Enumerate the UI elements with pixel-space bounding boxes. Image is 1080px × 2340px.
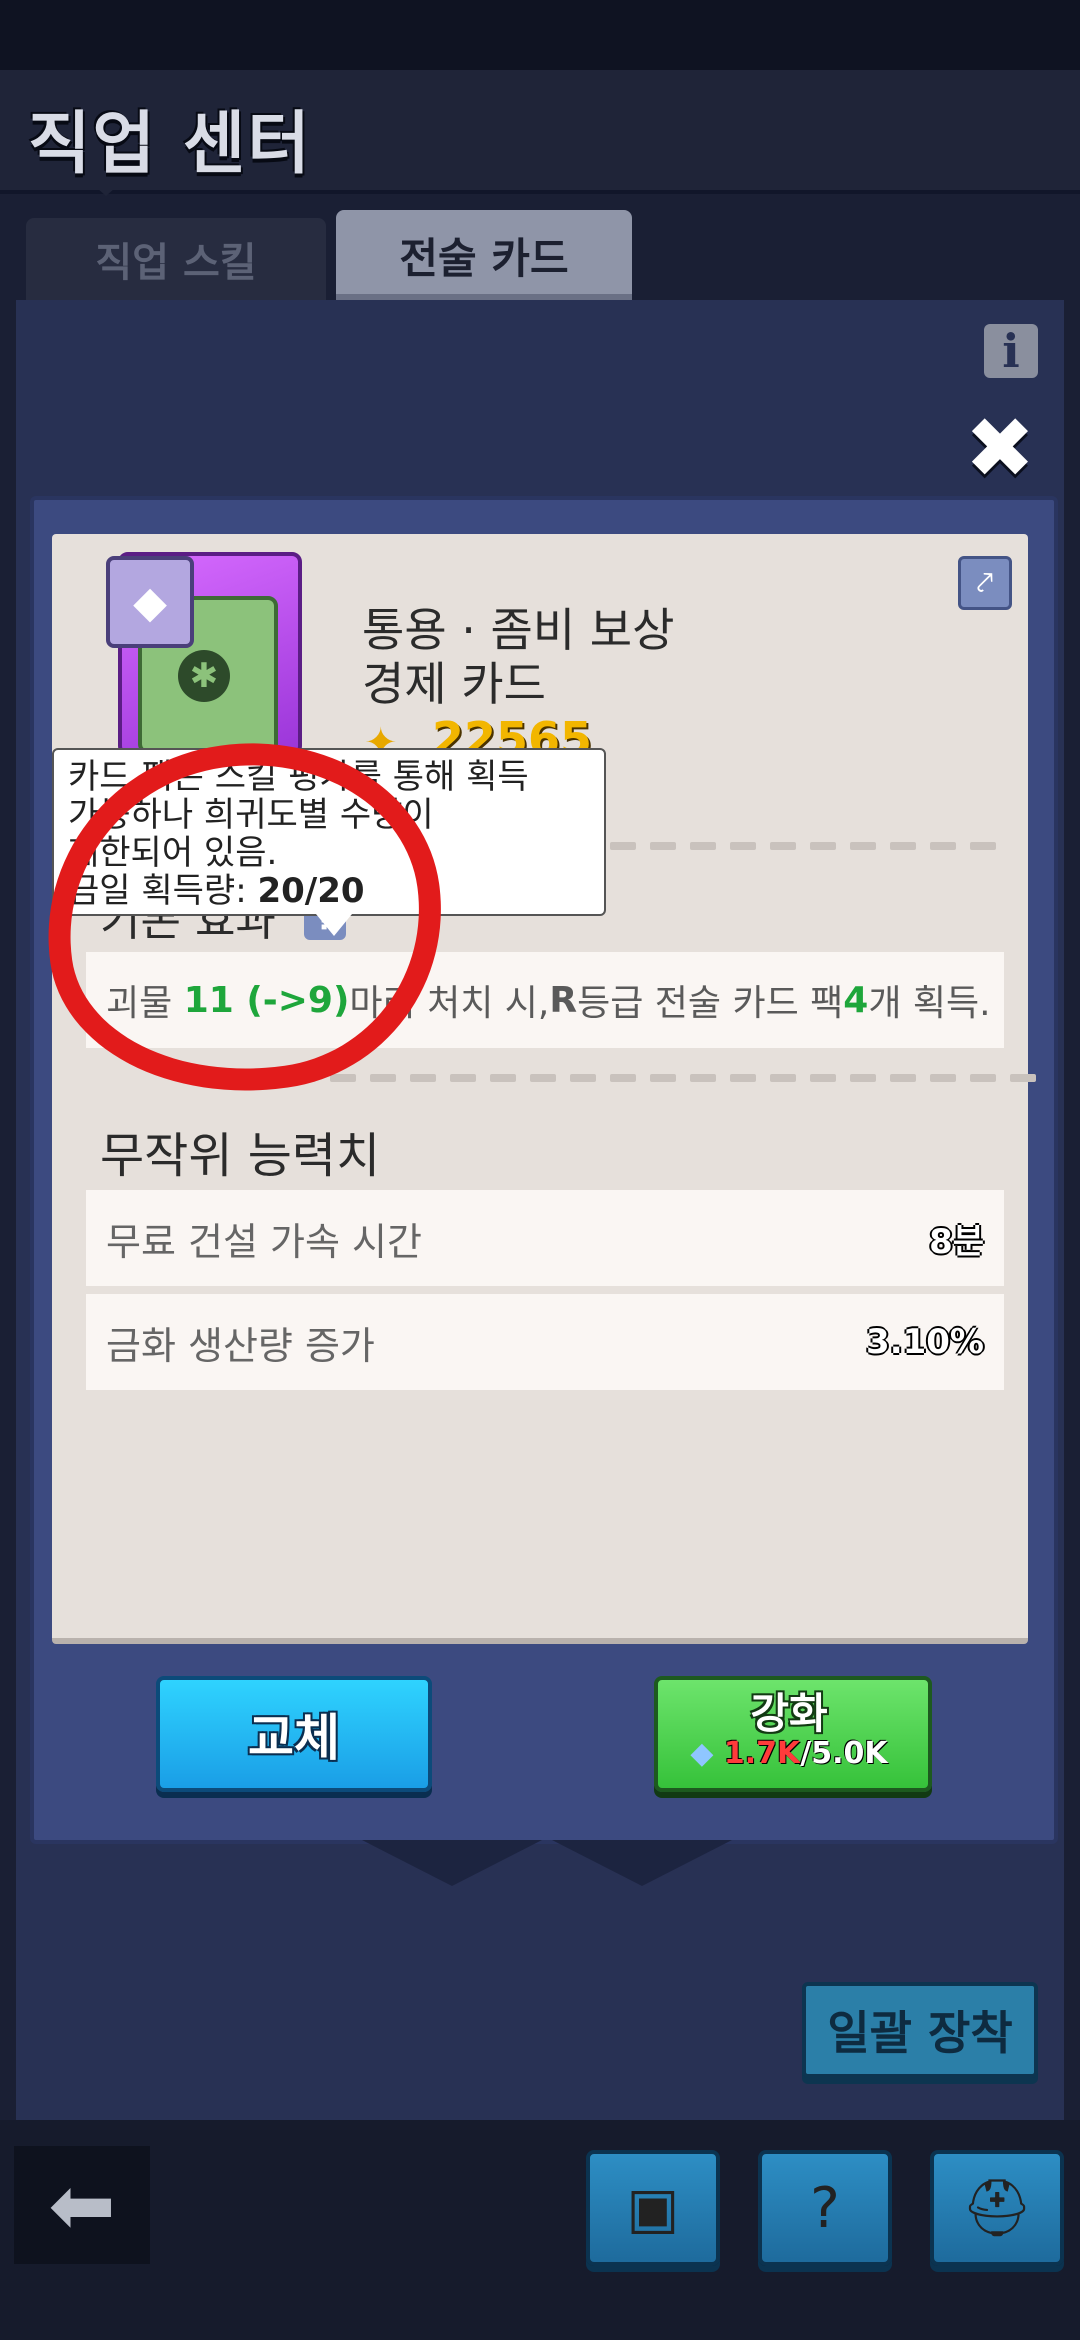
random-stats-title: 무작위 능력치 — [100, 1128, 381, 1184]
decor-chevron — [552, 1840, 732, 1886]
close-icon[interactable]: ✖ — [960, 399, 1040, 497]
stat-label: 무료 건설 가속 시간 — [106, 1219, 422, 1264]
helmet-icon[interactable]: ⛑ — [930, 2150, 1064, 2266]
card-emblem-icon: ✱ — [178, 650, 230, 702]
upgrade-cost: ◆ 1.7K/5.0K — [654, 1736, 924, 1771]
card-rarity-badge-icon: ◆ — [106, 556, 194, 648]
divider — [290, 1074, 1036, 1082]
swap-button[interactable]: 교체 — [156, 1676, 432, 1792]
effect-packs: 4 — [843, 979, 869, 1021]
gem-icon: ◆ — [690, 1736, 714, 1771]
upgrade-cost-have: 1.7K — [723, 1736, 801, 1771]
stat-row: 무료 건설 가속 시간 8분 — [86, 1190, 1004, 1286]
effect-grade: R — [549, 979, 578, 1021]
card-name: 경제 카드 — [362, 657, 546, 711]
stat-value: 8분 — [929, 1221, 984, 1262]
tab-job-skill[interactable]: 직업 스킬 — [26, 218, 326, 300]
upgrade-button-label: 강화 — [750, 1689, 828, 1738]
page-title: 직업 센터 — [28, 105, 312, 184]
stat-value: 3.10% — [866, 1322, 984, 1362]
upgrade-cost-need: /5.0K — [800, 1736, 888, 1771]
divider — [610, 842, 996, 850]
share-icon[interactable]: ⤤ — [958, 556, 1012, 610]
equip-all-button[interactable]: 일괄 장착 — [802, 1982, 1038, 2078]
effect-text: 개 획득. — [868, 983, 991, 1024]
tab-tactic-card[interactable]: 전술 카드 — [336, 210, 632, 300]
book-icon[interactable]: ▣ — [586, 2150, 720, 2266]
bottom-bar — [0, 2120, 1080, 2340]
title-pointer — [88, 180, 124, 196]
stat-label: 금화 생산량 증가 — [106, 1323, 375, 1368]
effect-text: 등급 전술 카드 팩 — [577, 983, 844, 1024]
help-cards-icon[interactable]: ? — [758, 2150, 892, 2266]
status-band — [0, 0, 1080, 70]
decor-chevron — [362, 1840, 542, 1886]
stat-row: 금화 생산량 증가 3.10% — [86, 1294, 1004, 1390]
info-icon[interactable]: i — [984, 324, 1038, 378]
back-arrow-icon[interactable]: ⬅ — [14, 2146, 150, 2264]
